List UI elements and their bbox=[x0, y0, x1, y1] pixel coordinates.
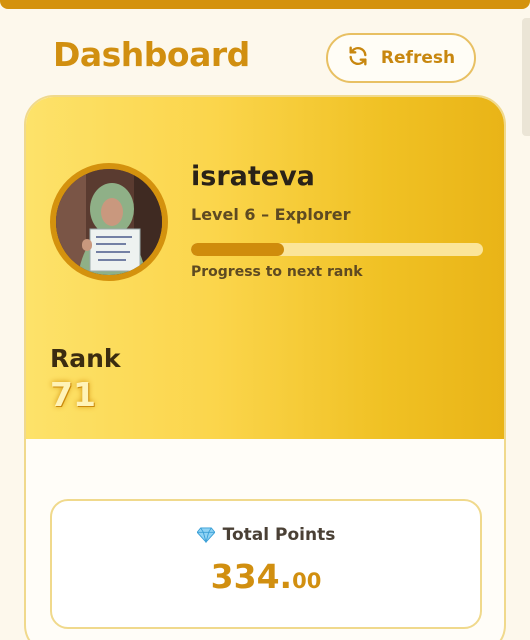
total-points-card: Total Points 334.00 bbox=[50, 499, 482, 629]
rank-progress-fill bbox=[191, 243, 285, 256]
rank-label: Rank bbox=[50, 344, 121, 373]
profile-card: israteva Level 6 – Explorer Progress to … bbox=[24, 95, 506, 640]
total-points-header: Total Points bbox=[52, 525, 480, 545]
total-points-integer: 334. bbox=[210, 557, 293, 596]
avatar[interactable] bbox=[50, 163, 168, 281]
total-points-label: Total Points bbox=[222, 525, 336, 545]
rank-progress-bar bbox=[191, 243, 483, 256]
refresh-icon bbox=[347, 45, 369, 72]
scrollbar[interactable] bbox=[522, 18, 530, 136]
total-points-value: 334.00 bbox=[52, 557, 480, 596]
level-text: Level 6 – Explorer bbox=[191, 205, 351, 224]
rank-value: 71 bbox=[50, 375, 96, 414]
total-points-decimal: 00 bbox=[292, 569, 322, 593]
page-title: Dashboard bbox=[53, 35, 250, 74]
gem-icon bbox=[196, 527, 215, 543]
refresh-button[interactable]: Refresh bbox=[326, 33, 476, 83]
username: israteva bbox=[191, 161, 315, 192]
refresh-button-label: Refresh bbox=[380, 48, 456, 68]
top-accent-bar bbox=[0, 0, 530, 9]
dashboard-page: Dashboard Refresh israteva Level 6 – Exp… bbox=[0, 0, 530, 640]
profile-hero: israteva Level 6 – Explorer Progress to … bbox=[26, 97, 504, 439]
progress-label: Progress to next rank bbox=[191, 264, 363, 280]
